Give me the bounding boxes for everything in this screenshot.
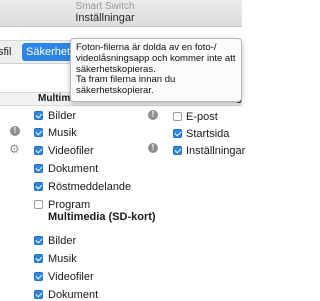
program-label: Program [48,199,91,211]
epost-checkbox[interactable] [173,112,182,121]
epost-label: E-post [186,111,218,123]
sd-bilder-checkbox[interactable] [34,236,43,245]
musik-label: Musik [48,127,77,139]
window-title: Inställningar [75,12,135,24]
app-title: Smart Switch [75,1,135,12]
title-bar: Smart Switch Inställningar [0,0,242,27]
dokument-checkbox[interactable] [34,164,43,173]
sd-card-header: Multimedia (SD-kort) [48,211,156,223]
sd-dokument-label: Dokument [48,289,99,301]
info-circle-icon[interactable]: ! [10,126,20,136]
info-circle-icon[interactable]: ! [148,110,158,120]
startsida-label: Startsida [186,128,230,140]
hidden-photos-tooltip: Foton-filerna är dolda av en foto-/ vide… [70,38,242,102]
installningar-label: Inställningar [186,145,246,157]
musik-checkbox[interactable] [34,128,43,137]
program-checkbox[interactable] [34,200,43,209]
multimedia-header: Multim [38,93,71,104]
tab-previous[interactable]: sfil [0,43,11,61]
startsida-checkbox[interactable] [173,129,182,138]
sd-bilder-label: Bilder [48,235,77,247]
videofiler-checkbox[interactable] [34,146,43,155]
bilder-checkbox[interactable] [34,111,43,120]
bilder-label: Bilder [48,110,77,122]
rostmeddelande-checkbox[interactable] [34,182,43,191]
sd-videofiler-checkbox[interactable] [34,272,43,281]
sd-musik-checkbox[interactable] [34,254,43,263]
installningar-checkbox[interactable] [173,146,182,155]
info-circle-icon[interactable]: ! [148,143,158,153]
sd-musik-label: Musik [48,253,77,265]
gear-icon[interactable]: ⚙ [9,143,20,155]
videofiler-label: Videofiler [48,145,94,157]
sd-videofiler-label: Videofiler [48,271,94,283]
dokument-label: Dokument [48,163,99,175]
tooltip-text: Foton-filerna är dolda av en foto-/ vide… [76,42,236,97]
sd-dokument-checkbox[interactable] [34,290,43,299]
rostmeddelande-label: Röstmeddelande [48,181,132,193]
